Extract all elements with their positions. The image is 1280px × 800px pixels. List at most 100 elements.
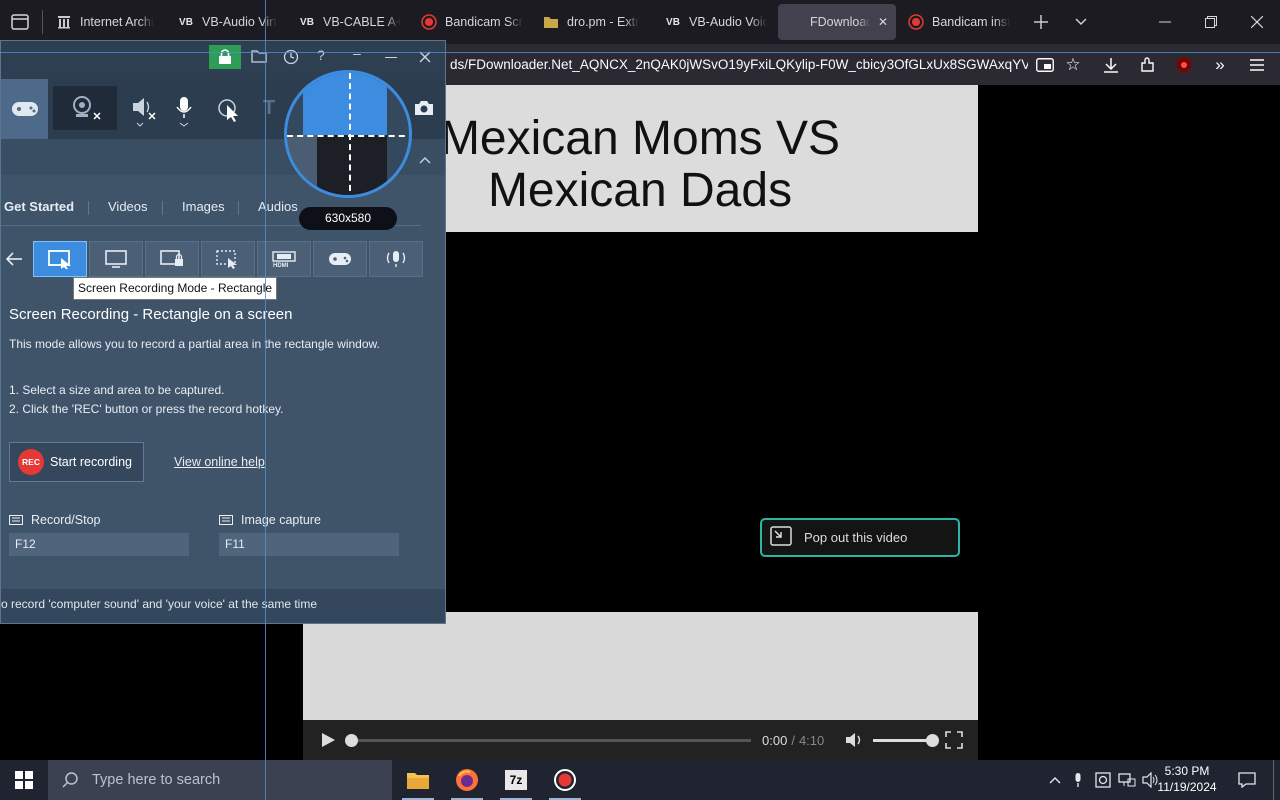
view-online-help-link[interactable]: View online help bbox=[174, 455, 265, 469]
fullscreen-icon[interactable] bbox=[944, 730, 964, 750]
browser-tab[interactable]: VB VB-CABLE A+ bbox=[291, 0, 409, 44]
ublock-origin-icon[interactable] bbox=[1169, 50, 1199, 80]
new-tab-button[interactable] bbox=[1019, 0, 1063, 44]
minimize-button[interactable] bbox=[1142, 0, 1188, 44]
restore-button[interactable] bbox=[1188, 0, 1234, 44]
bandicam-tray-icon[interactable] bbox=[1092, 760, 1114, 800]
volume-icon[interactable] bbox=[844, 730, 864, 750]
tab-get-started[interactable]: Get Started bbox=[4, 199, 74, 214]
tab-divider bbox=[42, 10, 43, 34]
minimize-icon[interactable] bbox=[385, 57, 397, 58]
rectangle-mode-button[interactable] bbox=[33, 241, 87, 277]
archive-icon bbox=[56, 14, 72, 30]
tab-title: FDownloader.N bbox=[810, 15, 870, 29]
browser-tab[interactable]: Internet Archi bbox=[48, 0, 166, 44]
more-tools-chevrons-icon[interactable]: » bbox=[1205, 50, 1235, 80]
selection-guide-vertical bbox=[265, 0, 266, 800]
video-lower-frame bbox=[303, 612, 978, 720]
speaker-muted-icon[interactable] bbox=[129, 93, 161, 132]
dotted-rect-cursor-icon bbox=[216, 250, 237, 269]
seek-bar[interactable] bbox=[351, 739, 751, 742]
downloads-icon[interactable] bbox=[1096, 50, 1126, 80]
tab-list-icon[interactable] bbox=[6, 8, 34, 36]
locked-window-mode-button[interactable] bbox=[145, 241, 199, 277]
time-display: 0:00 / 4:10 bbox=[762, 733, 824, 748]
help-icon[interactable]: ? bbox=[317, 47, 325, 63]
cursor-click-effect-icon[interactable] bbox=[216, 97, 242, 128]
show-hidden-icons-chevron-icon[interactable] bbox=[1044, 760, 1066, 800]
notifications-icon[interactable] bbox=[1234, 760, 1260, 800]
network-icon[interactable] bbox=[1116, 760, 1138, 800]
search-placeholder: Type here to search bbox=[92, 772, 221, 788]
instruction-step-2: 2. Click the 'REC' button or press the r… bbox=[9, 402, 284, 416]
back-arrow-icon[interactable] bbox=[1, 247, 27, 271]
tab-videos[interactable]: Videos bbox=[108, 199, 148, 214]
hdmi-label: HDMI bbox=[273, 263, 289, 269]
browser-tab[interactable]: FDownloader.N ✕ bbox=[778, 4, 896, 40]
game-recording-mode-button[interactable] bbox=[313, 241, 367, 277]
7zip-icon[interactable]: 7z bbox=[494, 760, 538, 800]
fullscreen-mode-button[interactable] bbox=[89, 241, 143, 277]
microphone-icon[interactable] bbox=[173, 95, 195, 132]
audio-only-mode-button[interactable] bbox=[369, 241, 423, 277]
footer-tip[interactable]: o record 'computer sound' and 'your voic… bbox=[1, 597, 317, 611]
tab-images[interactable]: Images bbox=[182, 199, 225, 214]
browser-tab[interactable]: Bandicam inst bbox=[900, 0, 1018, 44]
close-tab-icon[interactable]: ✕ bbox=[878, 15, 888, 29]
taskbar-clock[interactable]: 5:30 PM 11/19/2024 bbox=[1152, 763, 1222, 797]
collapse-chevron-up-icon[interactable] bbox=[419, 151, 431, 169]
tab-title: Internet Archi bbox=[80, 15, 154, 29]
total-time: 4:10 bbox=[798, 733, 825, 748]
tab-audios[interactable]: Audios bbox=[258, 199, 298, 214]
audio-waves-mic-icon bbox=[386, 251, 406, 267]
keyboard-icon bbox=[219, 515, 233, 525]
pop-out-video-button[interactable]: Pop out this video bbox=[760, 518, 960, 557]
bandicam-taskbar-icon[interactable] bbox=[543, 760, 587, 800]
webcam-icon[interactable] bbox=[53, 86, 117, 130]
extensions-icon[interactable] bbox=[1133, 50, 1163, 80]
vb-logo-icon: VB bbox=[666, 16, 680, 28]
time-separator: / bbox=[791, 733, 795, 748]
screenshot-camera-icon[interactable] bbox=[413, 99, 435, 122]
menu-dash-icon[interactable]: – bbox=[353, 45, 361, 61]
volume-slider[interactable] bbox=[873, 739, 927, 742]
file-explorer-icon[interactable] bbox=[396, 760, 440, 800]
picture-in-picture-icon[interactable] bbox=[1030, 50, 1060, 80]
lock-icon[interactable] bbox=[209, 45, 241, 69]
mode-tooltip: Screen Recording Mode - Rectangle bbox=[73, 277, 277, 300]
tab-overflow-chevron-icon[interactable] bbox=[1059, 0, 1103, 44]
video-title-line-1: Mexican Moms VS bbox=[439, 112, 841, 165]
firefox-icon[interactable] bbox=[445, 760, 489, 800]
game-mode-gamepad-icon[interactable] bbox=[1, 79, 48, 139]
url-bar[interactable]: ds/FDownloader.Net_AQNCX_2nQAK0jWSvO19yF… bbox=[450, 52, 1028, 78]
bookmark-star-icon[interactable]: ☆ bbox=[1058, 50, 1088, 80]
bandicam-icon bbox=[421, 14, 437, 30]
start-recording-button[interactable]: REC Start recording bbox=[9, 442, 144, 482]
volume-handle[interactable] bbox=[926, 734, 939, 747]
browser-tab[interactable]: Bandicam Scr bbox=[413, 0, 531, 44]
mode-heading: Screen Recording - Rectangle on a screen bbox=[9, 306, 293, 323]
bandicam-icon bbox=[908, 14, 924, 30]
browser-tab[interactable]: VB VB-Audio Virt bbox=[170, 0, 288, 44]
seek-handle[interactable] bbox=[345, 734, 358, 747]
close-window-button[interactable] bbox=[1234, 0, 1280, 44]
app-menu-icon[interactable] bbox=[1242, 50, 1272, 80]
around-mouse-mode-button[interactable] bbox=[201, 241, 255, 277]
browser-tab[interactable]: VB VB-Audio Voic bbox=[657, 0, 775, 44]
show-desktop-strip[interactable] bbox=[1273, 760, 1274, 800]
selection-guide-horizontal bbox=[0, 52, 1280, 53]
image-capture-hotkey-title: Image capture bbox=[219, 513, 321, 527]
play-button[interactable] bbox=[318, 730, 338, 750]
windows-start-icon[interactable] bbox=[2, 760, 46, 800]
picture-in-picture-icon bbox=[770, 526, 792, 549]
image-capture-hotkey-field[interactable]: F11 bbox=[219, 533, 399, 556]
microphone-tray-icon[interactable] bbox=[1068, 760, 1088, 800]
browser-tab[interactable]: dro.pm - Extr bbox=[535, 0, 653, 44]
rectangle-select-icon bbox=[48, 250, 71, 269]
tab-title: VB-CABLE A+ bbox=[323, 15, 401, 29]
video-title-line-2: Mexican Dads bbox=[487, 164, 793, 217]
record-stop-hotkey-field[interactable]: F12 bbox=[9, 533, 189, 556]
start-recording-label: Start recording bbox=[50, 455, 132, 469]
image-capture-label: Image capture bbox=[241, 513, 321, 527]
taskbar-search-box[interactable]: Type here to search bbox=[48, 760, 392, 800]
